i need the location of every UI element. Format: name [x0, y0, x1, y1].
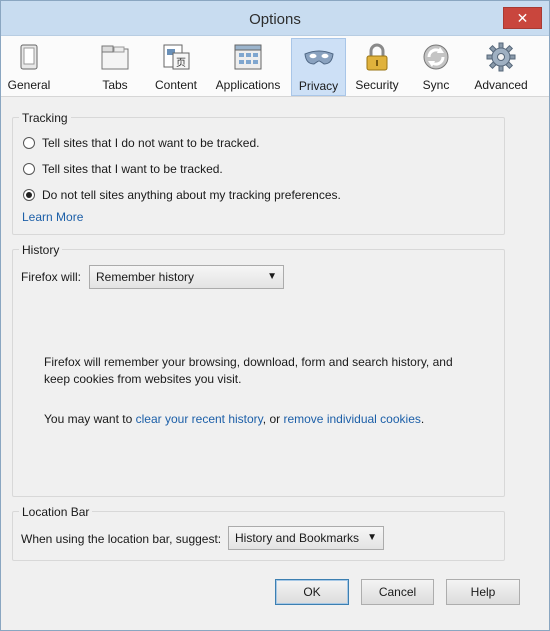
location-suggest-value: History and Bookmarks — [235, 531, 360, 545]
general-icon — [20, 44, 38, 70]
tab-tabs[interactable]: Tabs — [89, 38, 141, 96]
history-actions-middle: , or — [262, 412, 284, 426]
tab-privacy[interactable]: Privacy — [291, 38, 346, 96]
remove-individual-cookies-link[interactable]: remove individual cookies — [283, 412, 420, 426]
tab-tabs-label: Tabs — [102, 78, 128, 92]
tracking-group: Tracking Tell sites that I do not want t… — [12, 111, 505, 235]
learn-more-link[interactable]: Learn More — [22, 210, 83, 224]
history-actions-text: You may want to clear your recent histor… — [44, 412, 424, 426]
tab-privacy-label: Privacy — [298, 79, 339, 93]
tab-advanced-label: Advanced — [474, 78, 528, 92]
tab-content-label: Content — [154, 78, 198, 92]
history-group: History Firefox will: Remember history ▼… — [12, 243, 505, 497]
chevron-down-icon: ▼ — [367, 532, 377, 543]
tab-general[interactable]: General — [4, 38, 54, 96]
location-suggest-dropdown[interactable]: History and Bookmarks ▼ — [228, 526, 384, 550]
help-button[interactable]: Help — [446, 579, 520, 605]
tab-content[interactable]: 页 Content — [145, 38, 207, 96]
history-legend: History — [19, 243, 63, 257]
close-icon: ✕ — [516, 10, 529, 26]
padlock-icon — [366, 43, 388, 71]
tracking-option-no-preference[interactable]: Do not tell sites anything about my trac… — [23, 186, 341, 204]
location-suggest-label: When using the location bar, suggest: — [21, 532, 222, 546]
applications-icon — [234, 44, 262, 70]
tracking-option-do-not-track[interactable]: Tell sites that I do not want to be trac… — [23, 134, 259, 152]
tracking-option-label: Tell sites that I do not want to be trac… — [42, 136, 260, 150]
content-icon: 页 — [163, 44, 190, 70]
category-toolbar: General Tabs 页 Content Applications Priv… — [1, 36, 549, 97]
tab-security[interactable]: Security — [351, 38, 403, 96]
tab-general-label: General — [7, 78, 51, 92]
sync-icon — [423, 44, 449, 70]
chevron-down-icon: ▼ — [267, 271, 277, 282]
location-bar-legend: Location Bar — [19, 505, 93, 519]
tracking-option-label: Tell sites that I want to be tracked. — [42, 162, 223, 176]
tracking-option-allow-track[interactable]: Tell sites that I want to be tracked. — [23, 160, 223, 178]
clear-recent-history-link[interactable]: clear your recent history — [136, 412, 263, 426]
options-window: Options ✕ General Tabs 页 Content Applica… — [0, 0, 550, 631]
radio-allow-track[interactable] — [23, 163, 35, 175]
tab-security-label: Security — [355, 78, 399, 92]
history-mode-dropdown[interactable]: Remember history ▼ — [89, 265, 284, 289]
radio-do-not-track[interactable] — [23, 137, 35, 149]
privacy-mask-icon — [303, 50, 334, 65]
title-bar: Options ✕ — [1, 1, 549, 36]
tab-applications-label: Applications — [215, 78, 281, 92]
tab-sync[interactable]: Sync — [414, 38, 458, 96]
tracking-option-label: Do not tell sites anything about my trac… — [42, 188, 341, 202]
cancel-button[interactable]: Cancel — [361, 579, 434, 605]
gear-icon — [486, 42, 516, 72]
window-title: Options — [249, 11, 301, 28]
radio-no-preference[interactable] — [23, 189, 35, 201]
history-actions-suffix: . — [420, 412, 425, 426]
firefox-will-label: Firefox will: — [21, 270, 82, 284]
tabs-icon — [101, 45, 129, 70]
tab-sync-label: Sync — [422, 78, 450, 92]
tab-advanced[interactable]: Advanced — [469, 38, 533, 96]
tracking-legend: Tracking — [19, 111, 71, 125]
close-button[interactable]: ✕ — [503, 7, 542, 29]
history-mode-value: Remember history — [96, 270, 195, 284]
history-description: Firefox will remember your browsing, dow… — [44, 355, 453, 386]
history-actions-prefix: You may want to — [44, 412, 136, 426]
svg-text:页: 页 — [176, 57, 186, 69]
location-bar-group: Location Bar When using the location bar… — [12, 505, 505, 561]
ok-button[interactable]: OK — [275, 579, 349, 605]
tab-applications[interactable]: Applications — [208, 38, 288, 96]
